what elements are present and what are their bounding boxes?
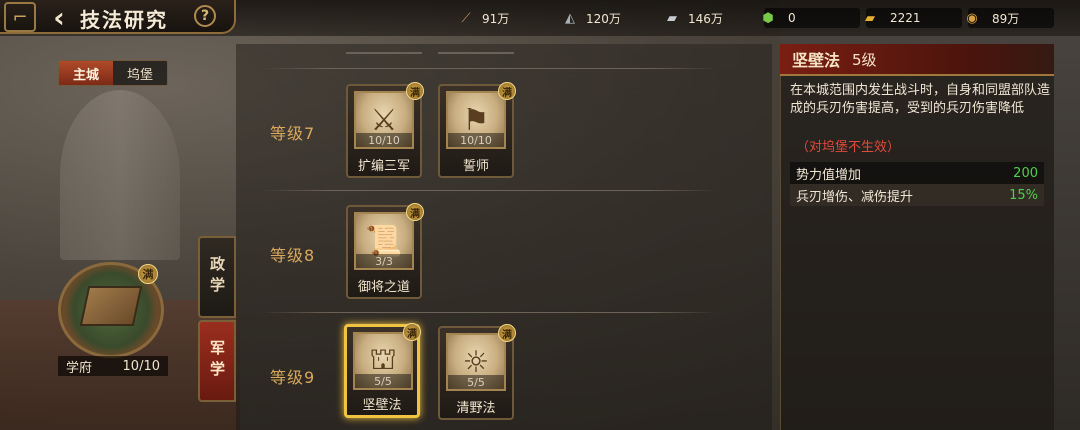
tab-politics-label: 政学 [208,256,226,298]
resource-gold[interactable]: ▰ 2221 [865,8,962,28]
detail-level: 5级 [852,50,877,69]
corner-ornament-icon: ⌐ [4,2,36,32]
level-label: 等级7 [270,124,316,143]
iron-icon: ◭ [565,10,575,26]
academy-building-icon [79,286,143,326]
resource-wood-value: 91万 [482,11,510,26]
skill-card-command[interactable]: 📜 3/3 满 御将之道 [346,203,424,299]
stat-label: 兵刃增伤、减伤提升 [796,189,914,205]
stat-value: 200 [1013,165,1038,181]
detail-description: 在本城范围内发生战斗时，自身和同盟部队造成的兵刃伤害提高，受到的兵刃伤害降低 [790,83,1051,116]
back-button[interactable]: ‹ [44,0,74,34]
jade-icon: ⬢ [762,10,774,26]
max-badge: 满 [498,82,516,100]
resource-copper[interactable]: ◉ 89万 [966,8,1054,28]
skill-name: 御将之道 [357,280,410,295]
background-window [60,90,180,260]
row-divider [260,312,718,313]
page-title: 技法研究 [80,8,168,32]
tab-military[interactable]: 军学 [198,320,236,402]
skill-card-expand-army[interactable]: ⚔ 10/10 满 扩编三军 [346,82,424,178]
skill-card-clear-field[interactable]: ☼ 5/5 满 清野法 [438,324,516,420]
resource-gold-value: 2221 [890,11,921,25]
row-divider [260,68,718,69]
row-divider [260,190,718,191]
stat-row: 兵刃增伤、减伤提升 15% [790,184,1044,206]
max-badge: 满 [406,82,424,100]
skill-progress: 5/5 [448,375,504,389]
max-badge: 满 [138,264,158,284]
skill-card-oath[interactable]: ⚑ 10/10 满 誓师 [438,82,516,178]
academy-level: 10/10 [122,358,160,374]
resource-iron-value: 120万 [586,11,621,26]
resource-stone: ▰ 146万 [662,8,723,28]
resource-jade[interactable]: ⬢ 0 [762,8,860,28]
toggle-fortress[interactable]: 坞堡 [113,61,167,85]
skill-progress: 10/10 [448,133,504,147]
detail-title: 坚壁法 [792,51,841,70]
level-label: 等级9 [270,368,316,387]
max-badge: 满 [406,203,424,221]
skill-progress: 10/10 [356,133,412,147]
copper-coin-icon: ◉ [966,10,978,26]
resource-jade-value: 0 [788,11,796,25]
max-badge: 满 [498,324,516,342]
resource-iron: ◭ 120万 [560,8,621,28]
resource-wood: ⟋ 91万 [456,8,509,28]
stat-value: 15% [1009,187,1038,203]
tab-politics[interactable]: 政学 [198,236,236,318]
skill-progress: 3/3 [356,254,412,268]
skill-name: 扩编三军 [357,159,410,174]
skill-card-fortify[interactable]: ⛫ 5/5 满 坚壁法 [344,323,421,418]
academy-building-card[interactable]: 满 学府 10/10 [58,262,168,376]
help-button[interactable]: ? [194,5,216,27]
city-toggle: 主城 坞堡 [58,60,168,86]
detail-note: （对坞堡不生效） [796,140,901,155]
title-plate: ⌐ ‹ 技法研究 ? [0,0,236,34]
gold-bar-icon: ▰ [865,10,875,26]
back-arrow-icon: ‹ [53,0,65,34]
divider-stub [438,52,514,54]
toggle-main-city[interactable]: 主城 [59,61,113,85]
resource-stone-value: 146万 [688,11,723,26]
stone-icon: ▰ [667,10,677,26]
skill-name: 坚壁法 [362,398,402,413]
wood-icon: ⟋ [461,10,471,26]
level-label: 等级8 [270,246,316,265]
max-badge: 满 [403,323,421,341]
resource-copper-value: 89万 [992,11,1020,26]
stat-row: 势力值增加 200 [790,162,1044,184]
academy-name: 学府 [66,360,93,376]
skill-progress: 5/5 [355,374,411,388]
academy-info: 学府 10/10 [58,356,168,376]
divider-stub [346,52,422,54]
tab-military-label: 军学 [208,340,226,382]
skill-name: 清野法 [456,401,496,416]
skill-name: 誓师 [462,159,489,174]
stat-label: 势力值增加 [796,167,862,183]
detail-header: 坚壁法 5级 [780,44,1054,76]
